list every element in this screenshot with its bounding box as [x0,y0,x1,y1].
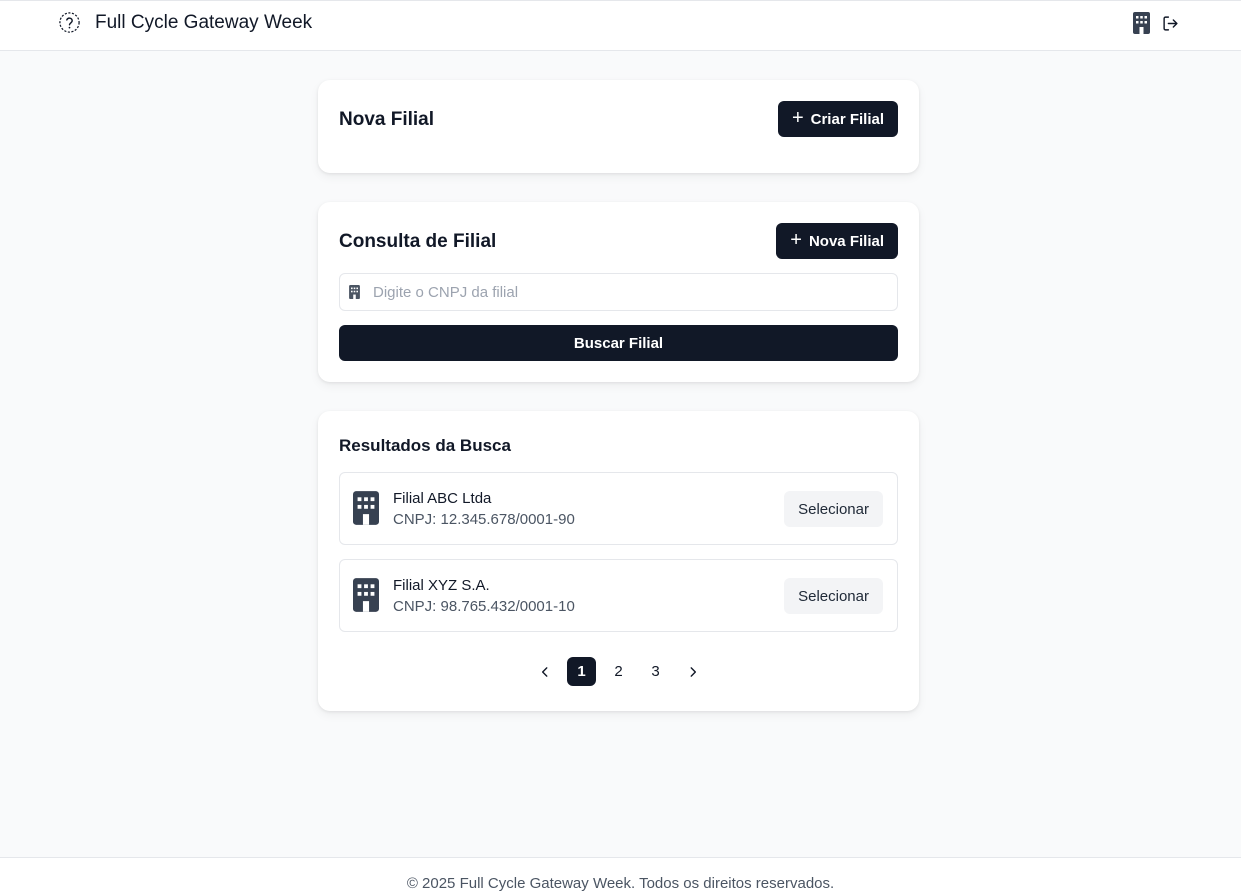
building-icon [353,578,379,612]
branch-button[interactable] [1133,12,1150,34]
previous-page-button[interactable] [530,657,559,686]
branch-query-card: Consulta de Filial + Nova Filial Buscar … [318,202,919,382]
plus-icon: + [791,107,804,129]
create-branch-button[interactable]: + Criar Filial [777,101,898,137]
pagination: 1 2 3 [318,657,919,686]
results-title: Resultados da Busca [339,436,511,455]
copyright-text: © 2025 Full Cycle Gateway Week. Todos os… [406,875,835,892]
search-results-card: Resultados da Busca Filial ABC Ltda CNPJ… [318,411,919,711]
building-icon [1133,12,1150,34]
top-header: Full Cycle Gateway Week [0,0,1241,51]
search-branch-button[interactable]: Buscar Filial [339,325,898,361]
result-item: Filial ABC Ltda CNPJ: 12.345.678/0001-90… [339,472,898,545]
logout-icon [1163,15,1178,31]
new-branch-title: Nova Filial [339,109,435,130]
page-button-1[interactable]: 1 [567,657,596,686]
new-branch-card: Nova Filial + Criar Filial [318,80,919,173]
new-branch-label: Nova Filial [808,232,884,250]
result-item: Filial XYZ S.A. CNPJ: 98.765.432/0001-10… [339,559,898,632]
cnpj-search-field [339,273,898,311]
building-icon [349,285,360,299]
result-name: Filial XYZ S.A. [393,577,490,594]
cnpj-search-input[interactable] [373,283,873,301]
page-button-3[interactable]: 3 [641,657,670,686]
page-footer: © 2025 Full Cycle Gateway Week. Todos os… [0,857,1241,893]
building-icon [353,491,379,525]
header-actions [1133,12,1179,34]
app-title: Full Cycle Gateway Week [95,11,313,33]
select-button[interactable]: Selecionar [784,578,883,614]
chevron-right-icon [690,666,696,677]
result-cnpj: CNPJ: 12.345.678/0001-90 [393,511,575,528]
logout-button[interactable] [1162,15,1179,32]
select-button[interactable]: Selecionar [784,491,883,527]
query-title: Consulta de Filial [339,231,497,252]
help-circle-icon [59,12,80,33]
new-branch-button[interactable]: + Nova Filial [776,223,898,259]
page-button-2[interactable]: 2 [604,657,633,686]
next-page-button[interactable] [678,657,707,686]
result-name: Filial ABC Ltda [393,490,492,507]
chevron-left-icon [541,666,547,677]
result-cnpj: CNPJ: 98.765.432/0001-10 [393,598,575,615]
plus-icon: + [790,229,802,251]
create-branch-label: Criar Filial [810,110,884,128]
brand: Full Cycle Gateway Week [58,11,312,34]
